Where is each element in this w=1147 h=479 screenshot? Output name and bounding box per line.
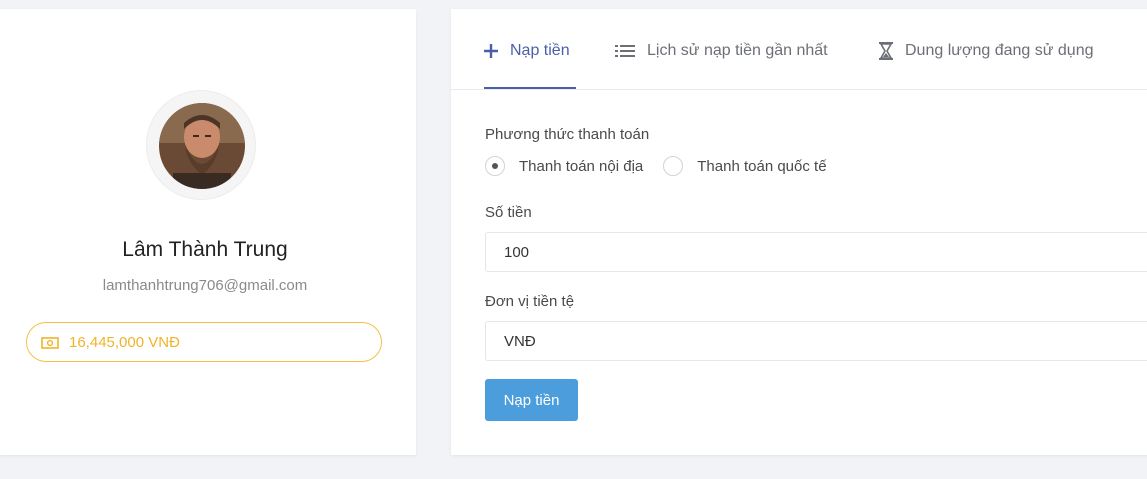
active-tab-indicator [484, 87, 576, 89]
avatar-frame [146, 90, 256, 200]
submit-button[interactable]: Nạp tiền [485, 379, 578, 421]
profile-name: Lâm Thành Trung [122, 238, 288, 261]
tab-lich-su[interactable]: Lịch sử nạp tiền gần nhất [615, 39, 828, 63]
currency-select[interactable]: VNĐ [485, 321, 1147, 361]
topup-card: Nạp tiền Lịch sử nạp tiền gần nhất Dung … [451, 9, 1147, 455]
balance-badge: 16,445,000 VNĐ [26, 322, 382, 362]
tab-dung-luong[interactable]: Dung lượng đang sử dụng [879, 39, 1093, 63]
tab-label: Nạp tiền [510, 42, 570, 59]
money-icon [41, 336, 59, 349]
payment-method-group: Thanh toán nội địa Thanh toán quốc tế [485, 156, 847, 176]
plus-icon [484, 44, 498, 58]
list-icon [615, 44, 635, 58]
hourglass-icon [879, 42, 893, 60]
payment-method-label: Phương thức thanh toán [485, 126, 650, 143]
amount-input[interactable]: 100 [485, 232, 1147, 272]
profile-card: Lâm Thành Trung lamthanhtrung706@gmail.c… [0, 9, 416, 455]
radio-option-international[interactable]: Thanh toán quốc tế [663, 156, 827, 176]
radio-label: Thanh toán quốc tế [697, 157, 827, 175]
radio-label: Thanh toán nội địa [519, 157, 644, 175]
tab-nap-tien[interactable]: Nạp tiền [484, 39, 570, 63]
radio-button[interactable] [485, 156, 505, 176]
balance-amount: 16,445,000 VNĐ [69, 333, 180, 351]
radio-button[interactable] [663, 156, 684, 176]
tab-label: Lịch sử nạp tiền gần nhất [647, 42, 828, 59]
amount-label: Số tiền [485, 204, 532, 221]
avatar[interactable] [159, 103, 245, 189]
tab-bar: Nạp tiền Lịch sử nạp tiền gần nhất Dung … [451, 9, 1147, 90]
profile-email: lamthanhtrung706@gmail.com [102, 277, 308, 294]
radio-option-domestic[interactable]: Thanh toán nội địa [485, 156, 643, 176]
currency-label: Đơn vị tiền tệ [485, 293, 575, 310]
tab-label: Dung lượng đang sử dụng [905, 42, 1094, 59]
